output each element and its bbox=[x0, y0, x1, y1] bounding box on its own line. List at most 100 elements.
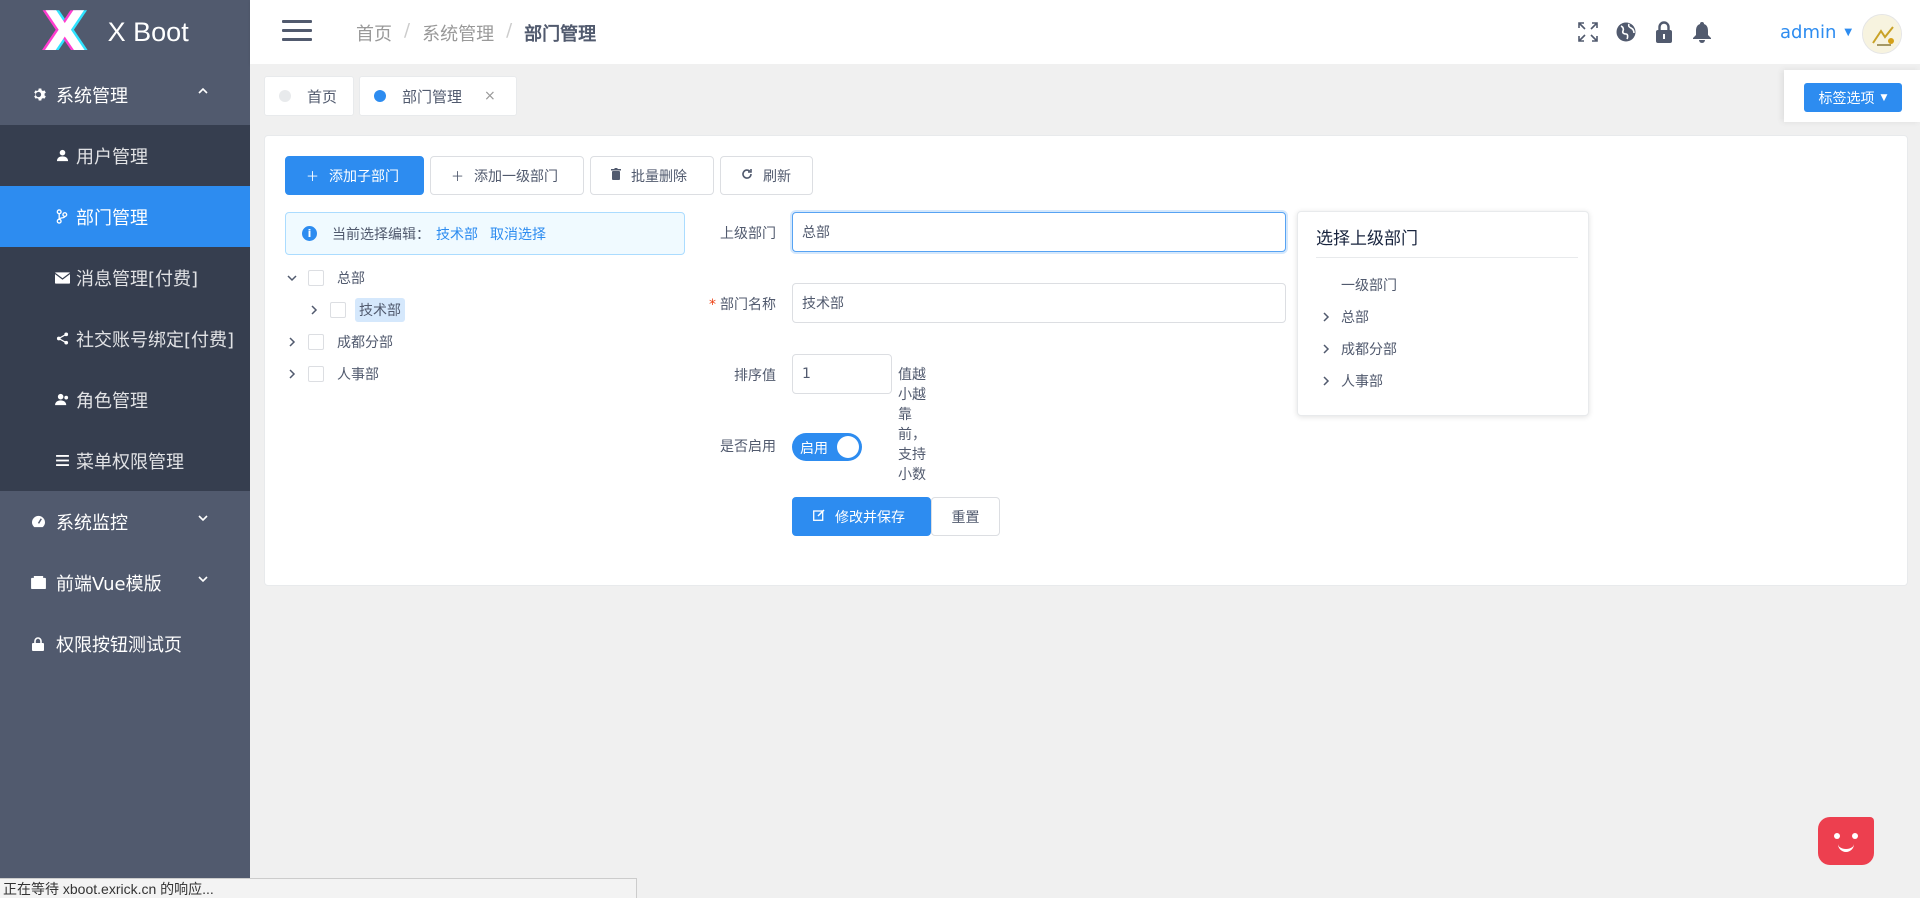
tree-node[interactable]: 人事部 bbox=[285, 362, 383, 386]
save-button[interactable]: 修改并保存 bbox=[792, 497, 931, 536]
sidebar-item-roles[interactable]: 角色管理 bbox=[0, 369, 250, 430]
tree-node-label[interactable]: 技术部 bbox=[355, 298, 405, 322]
department-name-input[interactable]: 技术部 bbox=[792, 283, 1286, 323]
tab-label: 首页 bbox=[307, 87, 338, 106]
tree-checkbox[interactable] bbox=[308, 270, 324, 286]
tree-node-label[interactable]: 成都分部 bbox=[333, 330, 397, 354]
selected-department-link[interactable]: 技术部 bbox=[436, 224, 478, 244]
fullscreen-icon[interactable] bbox=[1576, 20, 1600, 44]
menu-item-label: 权限按钮测试页 bbox=[56, 634, 182, 656]
parent-department-value: 总部 bbox=[802, 225, 830, 241]
tab-home[interactable]: 首页 bbox=[264, 76, 354, 116]
trash-icon bbox=[611, 167, 621, 184]
department-name-label: * 部门名称 bbox=[676, 294, 776, 314]
sidebar-item-social[interactable]: 社交账号绑定[付费] bbox=[0, 308, 250, 369]
enabled-label: 是否启用 bbox=[720, 439, 776, 455]
menu-group-label: 前端Vue模版 bbox=[56, 573, 162, 595]
button-label: 批量删除 bbox=[631, 168, 687, 185]
required-mark: * bbox=[709, 297, 716, 313]
tree-checkbox[interactable] bbox=[330, 302, 346, 318]
chevron-right-icon[interactable] bbox=[285, 367, 299, 381]
avatar[interactable] bbox=[1862, 14, 1902, 54]
button-label: 添加一级部门 bbox=[474, 168, 559, 185]
breadcrumb-home[interactable]: 首页 bbox=[356, 20, 392, 46]
chevron-right-icon[interactable] bbox=[1319, 310, 1333, 324]
tab-label: 部门管理 bbox=[402, 87, 463, 106]
top-header: 首页 / 系统管理 / 部门管理 admin ▼ bbox=[250, 0, 1920, 64]
tag-options-button[interactable]: 标签选项 ▼ bbox=[1804, 83, 1902, 112]
picker-node[interactable]: 一级部门 bbox=[1341, 275, 1397, 295]
picker-node[interactable]: 成都分部 bbox=[1319, 339, 1397, 359]
sidebar-item-users[interactable]: 用户管理 bbox=[0, 125, 250, 186]
picker-node-label: 一级部门 bbox=[1341, 278, 1397, 294]
tree-checkbox[interactable] bbox=[308, 366, 324, 382]
add-child-department-button[interactable]: ＋ 添加子部门 bbox=[285, 156, 424, 195]
username: admin bbox=[1780, 22, 1837, 43]
refresh-button[interactable]: 刷新 bbox=[720, 156, 813, 195]
menu-item-permission-test[interactable]: 权限按钮测试页 bbox=[0, 613, 250, 674]
menu-group-vue-templates[interactable]: 前端Vue模版 bbox=[0, 552, 250, 613]
tree-node-label[interactable]: 总部 bbox=[333, 266, 369, 290]
chevron-down-icon[interactable] bbox=[285, 271, 299, 285]
cancel-selection-link[interactable]: 取消选择 bbox=[490, 224, 546, 244]
sidebar: X X Boot 系统管理 用户管理 部门管理 消息管理[付费] 社交账号绑定[… bbox=[0, 0, 250, 898]
tree-node[interactable]: 技术部 bbox=[307, 298, 405, 322]
breadcrumb-separator: / bbox=[404, 20, 411, 41]
refresh-icon bbox=[741, 168, 753, 184]
button-label: 修改并保存 bbox=[835, 509, 905, 526]
button-label: 重置 bbox=[951, 509, 980, 526]
picker-title: 选择上级部门 bbox=[1316, 229, 1418, 249]
breadcrumb-separator: / bbox=[506, 20, 513, 41]
submenu-system: 用户管理 部门管理 消息管理[付费] 社交账号绑定[付费] 角色管理 菜单权限管… bbox=[0, 125, 250, 491]
tags-bar: 首页 部门管理 × 标签选项 ▼ bbox=[250, 64, 1920, 122]
sidebar-item-messages[interactable]: 消息管理[付费] bbox=[0, 247, 250, 308]
sort-order-input[interactable]: 1 bbox=[792, 354, 892, 394]
lock-icon[interactable] bbox=[1652, 20, 1676, 44]
info-icon: i bbox=[302, 226, 317, 241]
logo-mark: X bbox=[44, 0, 86, 63]
sort-order-label: 排序值 bbox=[734, 368, 776, 384]
role-icon bbox=[54, 393, 70, 406]
reset-button[interactable]: 重置 bbox=[931, 497, 1000, 536]
menu-group-monitor[interactable]: 系统监控 bbox=[0, 491, 250, 552]
logo[interactable]: X X Boot bbox=[0, 0, 250, 64]
picker-node-label: 总部 bbox=[1341, 310, 1369, 326]
add-top-department-button[interactable]: ＋ 添加一级部门 bbox=[430, 156, 584, 195]
sidebar-item-menu-permissions[interactable]: 菜单权限管理 bbox=[0, 430, 250, 491]
picker-node-label: 成都分部 bbox=[1341, 342, 1397, 358]
tag-dot-icon bbox=[374, 90, 386, 102]
sidebar-item-label: 部门管理 bbox=[76, 207, 148, 229]
globe-icon[interactable] bbox=[1614, 20, 1638, 44]
sidebar-item-departments[interactable]: 部门管理 bbox=[0, 186, 250, 247]
menu-group-system[interactable]: 系统管理 bbox=[0, 64, 250, 125]
picker-node[interactable]: 总部 bbox=[1319, 307, 1369, 327]
tree-node[interactable]: 成都分部 bbox=[285, 330, 397, 354]
picker-node[interactable]: 人事部 bbox=[1319, 371, 1383, 391]
chat-robot-icon[interactable] bbox=[1818, 817, 1874, 865]
breadcrumb-current: 部门管理 bbox=[524, 24, 597, 45]
sidebar-item-label: 菜单权限管理 bbox=[76, 451, 184, 473]
sidebar-item-label: 社交账号绑定[付费] bbox=[76, 329, 235, 351]
menu-toggle-icon[interactable] bbox=[282, 20, 312, 42]
chevron-right-icon[interactable] bbox=[307, 303, 321, 317]
parent-department-input[interactable]: 总部 bbox=[792, 212, 1286, 252]
user-menu[interactable]: admin ▼ bbox=[1780, 22, 1852, 43]
chevron-down-icon bbox=[198, 515, 208, 522]
breadcrumb-system[interactable]: 系统管理 bbox=[422, 20, 494, 46]
enabled-toggle[interactable]: 启用 bbox=[792, 433, 862, 461]
department-name-label-text: 部门名称 bbox=[720, 297, 776, 313]
chevron-right-icon[interactable] bbox=[1319, 374, 1333, 388]
tree-node[interactable]: 总部 bbox=[285, 266, 369, 290]
batch-delete-button[interactable]: 批量删除 bbox=[590, 156, 714, 195]
plus-icon: ＋ bbox=[451, 170, 465, 185]
tab-departments[interactable]: 部门管理 × bbox=[359, 76, 517, 116]
bell-icon[interactable] bbox=[1690, 20, 1714, 44]
chevron-right-icon[interactable] bbox=[285, 335, 299, 349]
chevron-right-icon[interactable] bbox=[1319, 342, 1333, 356]
toggle-knob bbox=[837, 436, 859, 458]
tree-checkbox[interactable] bbox=[308, 334, 324, 350]
branch-icon bbox=[54, 209, 70, 224]
divider bbox=[1316, 257, 1578, 258]
tree-node-label[interactable]: 人事部 bbox=[333, 362, 383, 386]
close-icon[interactable]: × bbox=[484, 88, 496, 104]
